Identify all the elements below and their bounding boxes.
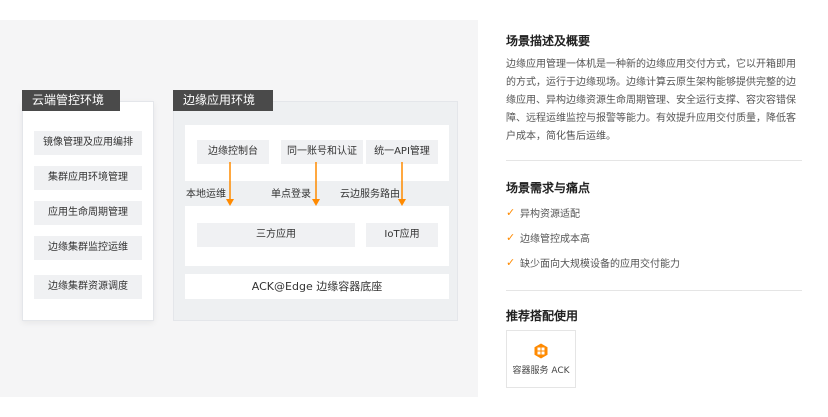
recommend-title: 推荐搭配使用 [506, 309, 579, 323]
product-label: 容器服务 ACK [512, 366, 570, 376]
cloud-panel-title: 云端管控环境 [22, 90, 120, 111]
divider [506, 160, 802, 161]
need-item: ✓ 缺少面向大规模设备的应用交付能力 [506, 255, 680, 270]
connector-label: 单点登录 [271, 189, 311, 200]
scenario-info: 场景描述及概要 边缘应用管理一体机是一种新的边缘应用交付方式，它以开箱即用的方式… [478, 0, 828, 417]
check-icon: ✓ [506, 231, 516, 244]
third-party-app-box: 三方应用 [197, 223, 355, 247]
cloud-item: 应用生命周期管理 [34, 201, 142, 225]
needs-title: 场景需求与痛点 [506, 181, 591, 195]
scenario-description: 边缘应用管理一体机是一种新的边缘应用交付方式，它以开箱即用的方式，运行于边缘现场… [506, 59, 796, 142]
check-icon: ✓ [506, 256, 516, 269]
cloud-item: 边缘集群监控运维 [34, 236, 142, 260]
cloud-item: 集群应用环境管理 [34, 166, 142, 190]
unified-api-box: 统一API管理 [366, 140, 438, 164]
diagram-top-band [0, 0, 478, 20]
check-icon: ✓ [506, 206, 516, 219]
cloud-item: 边缘集群资源调度 [34, 275, 142, 299]
divider [506, 290, 802, 291]
connector-label: 云边服务路由 [340, 189, 400, 200]
scenario-title: 场景描述及概要 [506, 34, 591, 48]
architecture-diagram: 镜像管理及应用编排 集群应用环境管理 应用生命周期管理 边缘集群监控运维 边缘集… [0, 0, 478, 417]
edge-panel-title: 边缘应用环境 [173, 90, 273, 111]
edge-app-panel: 边缘控制台 同一账号和认证 统一API管理 本地运维 单点登录 云边服务路由 三… [173, 101, 458, 321]
product-card-ack[interactable]: 容器服务 ACK [506, 330, 576, 388]
need-item-label: 边缘管控成本高 [520, 234, 590, 245]
connector-label: 本地运维 [186, 189, 226, 200]
ack-edge-base: ACK@Edge 边缘容器底座 [185, 274, 449, 299]
need-item-label: 缺少面向大规模设备的应用交付能力 [520, 259, 680, 270]
iot-app-box: IoT应用 [366, 223, 438, 247]
need-item: ✓ 异构资源适配 [506, 205, 580, 220]
cloud-control-panel: 镜像管理及应用编排 集群应用环境管理 应用生命周期管理 边缘集群监控运维 边缘集… [22, 101, 154, 321]
edge-app-layer: 三方应用 IoT应用 [185, 206, 449, 266]
unified-account-box: 同一账号和认证 [281, 140, 363, 164]
edge-top-layer: 边缘控制台 同一账号和认证 统一API管理 [185, 125, 449, 181]
cloud-item: 镜像管理及应用编排 [34, 131, 142, 155]
need-item-label: 异构资源适配 [520, 209, 580, 220]
need-item: ✓ 边缘管控成本高 [506, 230, 590, 245]
edge-console-box: 边缘控制台 [197, 140, 269, 164]
container-service-icon [534, 343, 548, 359]
diagram-bottom-band [0, 397, 478, 417]
